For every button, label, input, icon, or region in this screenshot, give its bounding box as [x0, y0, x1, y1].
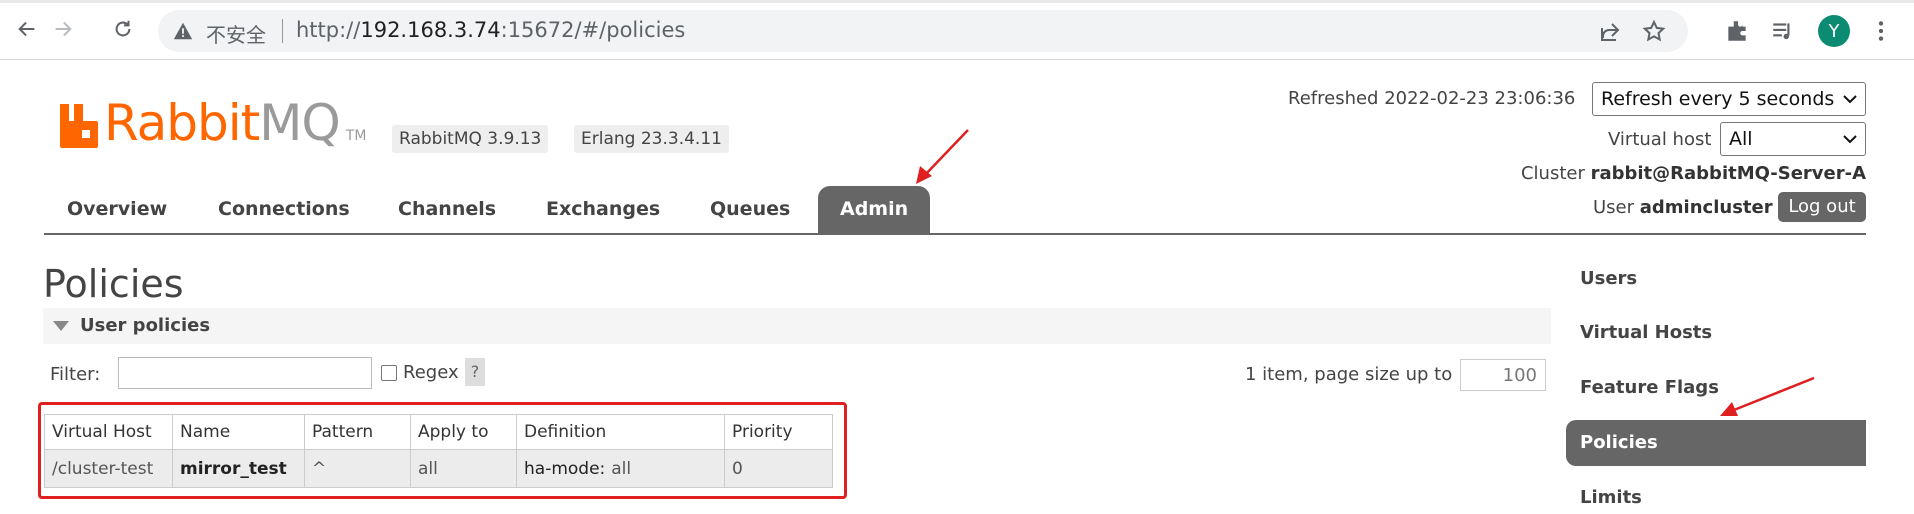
sidebar-item-policies[interactable]: Policies	[1566, 420, 1866, 466]
forward-button[interactable]	[48, 14, 78, 44]
tab-exchanges[interactable]: Exchanges	[546, 186, 660, 233]
table-header-row: Virtual Host Name Pattern Apply to Defin…	[44, 414, 833, 450]
main-nav-tabs: Overview Connections Channels Exchanges …	[44, 186, 1866, 235]
cluster-info: Cluster rabbit@RabbitMQ-Server-A	[1521, 163, 1866, 184]
cell-apply-to: all	[410, 449, 517, 488]
refreshed-timestamp: Refreshed 2022-02-23 23:06:36	[1288, 88, 1576, 109]
definition-value: all	[611, 458, 632, 479]
filter-label: Filter:	[50, 364, 101, 385]
tab-strip-edge	[0, 0, 1914, 3]
cluster-name: rabbit@RabbitMQ-Server-A	[1590, 163, 1866, 184]
tab-connections[interactable]: Connections	[218, 186, 350, 233]
erlang-version-badge: Erlang 23.3.4.11	[574, 125, 729, 153]
column-header-virtual-host[interactable]: Virtual Host	[44, 414, 173, 450]
address-bar[interactable]: 不安全 http://192.168.3.74:15672/#/policies	[158, 10, 1688, 52]
virtual-host-select[interactable]: All	[1720, 122, 1866, 156]
refresh-select-value: Refresh every 5 seconds	[1601, 88, 1835, 110]
vhost-select-value: All	[1729, 128, 1753, 150]
regex-help-button[interactable]: ?	[465, 358, 485, 386]
chevron-down-icon	[1843, 135, 1857, 144]
collapse-triangle-icon	[53, 321, 69, 331]
share-icon[interactable]	[1598, 20, 1622, 44]
cell-priority: 0	[724, 449, 833, 488]
virtual-host-label: Virtual host	[1608, 129, 1712, 150]
filter-input[interactable]	[118, 357, 372, 389]
policies-table: Virtual Host Name Pattern Apply to Defin…	[44, 414, 833, 488]
definition-key: ha-mode:	[524, 458, 606, 479]
rabbit-logo-icon	[60, 104, 98, 148]
refresh-interval-select[interactable]: Refresh every 5 seconds	[1592, 82, 1866, 116]
cell-definition: ha-mode: all	[516, 449, 725, 488]
column-header-name[interactable]: Name	[172, 414, 305, 450]
arrow-left-icon	[18, 21, 35, 37]
tab-admin[interactable]: Admin	[818, 186, 931, 233]
extensions-icon[interactable]	[1724, 18, 1750, 44]
page-title: Policies	[43, 262, 184, 306]
url-host: 192.168.3.74	[360, 18, 501, 42]
reload-button[interactable]	[108, 14, 138, 44]
section-label: User policies	[80, 315, 211, 336]
cell-pattern: ^	[304, 449, 411, 488]
url-rest: :15672/#/policies	[500, 18, 686, 42]
sidebar-item-users[interactable]: Users	[1566, 256, 1866, 302]
pagination-info: 1 item, page size up to	[1245, 364, 1453, 385]
column-header-apply-to[interactable]: Apply to	[410, 414, 517, 450]
column-header-priority[interactable]: Priority	[724, 414, 833, 450]
arrow-right-icon	[55, 21, 72, 37]
insecure-label: 不安全	[206, 23, 266, 47]
back-button[interactable]	[12, 14, 42, 44]
reload-icon	[115, 20, 131, 37]
media-queue-icon[interactable]	[1770, 18, 1796, 44]
rabbitmq-logo[interactable]: Rabbit MQ TM	[60, 98, 366, 148]
warning-icon[interactable]	[172, 20, 194, 42]
tab-queues[interactable]: Queues	[710, 186, 790, 233]
browser-toolbar: 不安全 http://192.168.3.74:15672/#/policies…	[0, 0, 1914, 60]
cluster-label: Cluster	[1520, 163, 1585, 184]
page-size-input[interactable]: 100	[1460, 359, 1546, 391]
sidebar-item-feature-flags[interactable]: Feature Flags	[1566, 365, 1866, 411]
cell-policy-name[interactable]: mirror_test	[172, 449, 305, 488]
regex-checkbox[interactable]	[381, 365, 397, 381]
profile-avatar[interactable]: Y	[1818, 15, 1850, 47]
url-prefix: http://	[296, 18, 361, 42]
logo-text-rabbit: Rabbit	[104, 94, 260, 152]
chevron-down-icon	[1843, 95, 1857, 104]
sidebar-item-limits[interactable]: Limits	[1566, 475, 1866, 514]
more-menu-icon[interactable]	[1868, 18, 1894, 44]
table-row[interactable]: /cluster-test mirror_test ^ all ha-mode:…	[44, 449, 833, 488]
star-icon[interactable]	[1642, 19, 1666, 43]
user-policies-section-header[interactable]: User policies	[43, 308, 1551, 344]
url-text[interactable]: http://192.168.3.74:15672/#/policies	[296, 18, 685, 42]
tab-overview[interactable]: Overview	[67, 186, 167, 233]
address-divider	[282, 19, 283, 43]
logo-text-mq: MQ	[259, 94, 340, 152]
annotation-arrow-admin	[916, 129, 969, 184]
regex-label: Regex	[403, 362, 459, 383]
cell-vhost: /cluster-test	[44, 449, 173, 488]
tab-channels[interactable]: Channels	[398, 186, 496, 233]
logo-trademark: TM	[345, 128, 367, 144]
sidebar-item-virtual-hosts[interactable]: Virtual Hosts	[1566, 310, 1866, 356]
rabbitmq-version-badge: RabbitMQ 3.9.13	[392, 125, 549, 153]
column-header-definition[interactable]: Definition	[516, 414, 725, 450]
column-header-pattern[interactable]: Pattern	[304, 414, 411, 450]
